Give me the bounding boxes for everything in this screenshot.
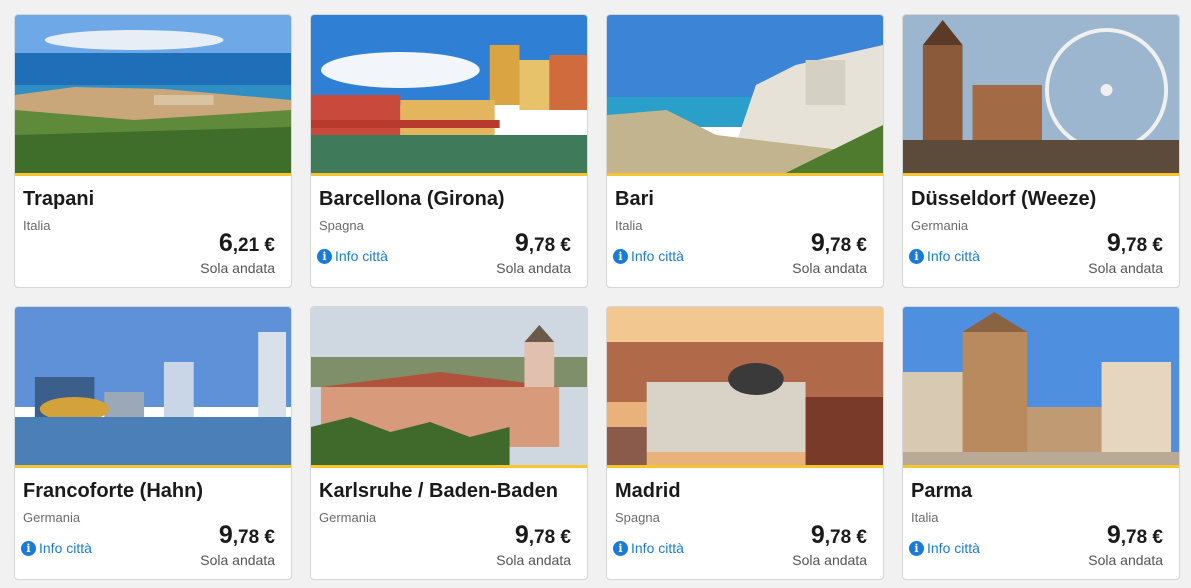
trip-type: Sola andata: [496, 260, 571, 276]
trip-type: Sola andata: [792, 260, 867, 276]
info-city-link[interactable]: i Info città: [21, 540, 92, 556]
city-name: Düsseldorf (Weeze): [911, 188, 1097, 210]
price: 6,21 €: [218, 229, 275, 257]
city-name: Parma: [911, 480, 973, 502]
country-name: Germania: [911, 218, 969, 233]
destination-card-bari[interactable]: Bari Italia i Info città 9,78 € Sola anda…: [606, 14, 884, 288]
info-icon: i: [909, 540, 924, 556]
info-icon: i: [317, 248, 332, 264]
photo-divider: [903, 173, 1179, 176]
trip-type: Sola andata: [496, 552, 571, 568]
info-icon: i: [909, 248, 924, 264]
country-name: Italia: [911, 510, 939, 525]
info-icon: i: [613, 540, 628, 556]
price: 9,78 €: [810, 521, 867, 549]
country-name: Italia: [23, 218, 51, 233]
price: 9,78 €: [218, 521, 275, 549]
info-city-link[interactable]: i Info città: [909, 248, 980, 264]
city-name: Madrid: [615, 480, 681, 502]
destination-card-barcellona[interactable]: Barcellona (Girona) Spagna i Info città 9…: [310, 14, 588, 288]
info-icon: i: [21, 540, 36, 556]
photo-divider: [311, 173, 587, 176]
photo-divider: [903, 465, 1179, 468]
photo-divider: [15, 173, 291, 176]
destination-card-karlsruhe[interactable]: Karlsruhe / Baden-Baden Germania 9,78 € …: [310, 306, 588, 580]
city-name: Trapani: [23, 188, 95, 210]
trip-type: Sola andata: [200, 552, 275, 568]
info-city-link[interactable]: i Info città: [613, 248, 684, 264]
country-name: Spagna: [615, 510, 660, 525]
info-city-link[interactable]: i Info città: [613, 540, 684, 556]
photo-divider: [15, 465, 291, 468]
photo-divider: [607, 173, 883, 176]
info-city-link[interactable]: i Info città: [317, 248, 388, 264]
info-icon: i: [613, 248, 628, 264]
city-name: Bari: [615, 188, 654, 210]
destination-photo: [311, 307, 587, 465]
trip-type: Sola andata: [1088, 552, 1163, 568]
price: 9,78 €: [514, 521, 571, 549]
trip-type: Sola andata: [200, 260, 275, 276]
photo-divider: [607, 465, 883, 468]
city-name: Barcellona (Girona): [319, 188, 505, 210]
info-city-link[interactable]: i Info città: [909, 540, 980, 556]
destination-photo: [15, 307, 291, 465]
destination-card-parma[interactable]: Parma Italia i Info città 9,78 € Sola and…: [902, 306, 1180, 580]
price: 9,78 €: [1106, 521, 1163, 549]
destination-photo: [607, 307, 883, 465]
country-name: Spagna: [319, 218, 364, 233]
destination-photo: [903, 15, 1179, 173]
city-name: Francoforte (Hahn): [23, 480, 203, 502]
destination-photo: [15, 15, 291, 173]
destination-card-francoforte[interactable]: Francoforte (Hahn) Germania i Info città …: [14, 306, 292, 580]
destination-photo: [903, 307, 1179, 465]
destination-card-dusseldorf[interactable]: Düsseldorf (Weeze) Germania i Info città …: [902, 14, 1180, 288]
trip-type: Sola andata: [1088, 260, 1163, 276]
trip-type: Sola andata: [792, 552, 867, 568]
destination-grid: Trapani Italia 6,21 € Sola andata Barcel…: [0, 0, 1191, 588]
country-name: Germania: [23, 510, 81, 525]
price: 9,78 €: [1106, 229, 1163, 257]
destination-photo: [607, 15, 883, 173]
city-name: Karlsruhe / Baden-Baden: [319, 480, 558, 502]
destination-card-trapani[interactable]: Trapani Italia 6,21 € Sola andata: [14, 14, 292, 288]
country-name: Germania: [319, 510, 377, 525]
price: 9,78 €: [514, 229, 571, 257]
price: 9,78 €: [810, 229, 867, 257]
destination-photo: [311, 15, 587, 173]
country-name: Italia: [615, 218, 643, 233]
destination-card-madrid[interactable]: Madrid Spagna i Info città 9,78 € Sola an…: [606, 306, 884, 580]
photo-divider: [311, 465, 587, 468]
